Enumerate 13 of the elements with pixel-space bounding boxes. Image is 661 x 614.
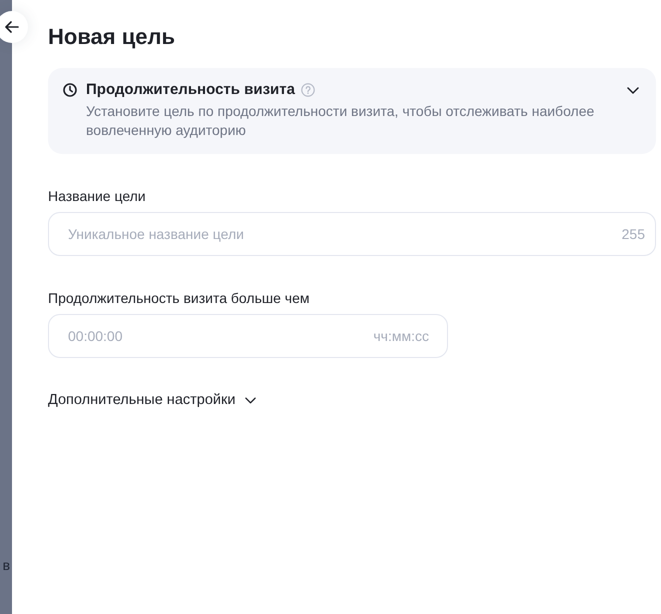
goal-type-card[interactable]: Продолжительность визита Установите цель по продолжительности визита, чтобы отслеживать наиболее вовлеченную аудиторию [48,68,656,154]
time-format-hint: чч:мм:сс [373,328,429,344]
advanced-settings-toggle[interactable]: Дополнительные настройки [48,391,256,409]
goal-type-description: Установите цель по продолжительности визита, чтобы отслеживать наиболее вовлеченную аудиторию [86,102,596,140]
page-title: Новая цель [48,23,176,51]
field-label: Продолжительность визита больше чем [48,289,310,307]
goal-type-title: Продолжительность визита [86,80,295,100]
background-text: в [2,557,10,573]
field-label: Название цели [48,187,147,205]
clock-icon [63,83,77,97]
back-arrow-icon [5,21,19,33]
chevron-down-icon[interactable] [627,86,639,94]
character-counter: 255 [622,226,645,242]
